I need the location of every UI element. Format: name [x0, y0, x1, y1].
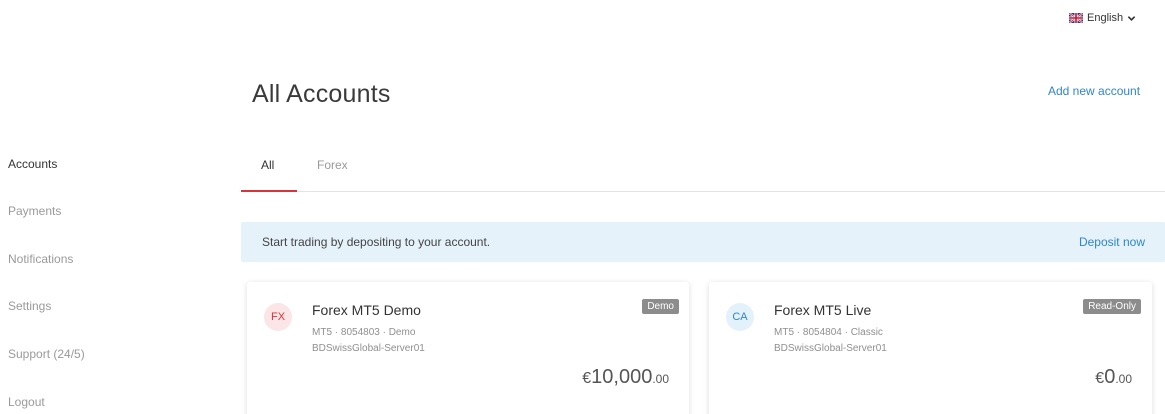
balance-integer: 10,000 — [591, 366, 653, 388]
balance-integer: 0 — [1104, 366, 1116, 388]
sidebar-item-settings[interactable]: Settings — [8, 299, 51, 313]
sidebar-item-payments[interactable]: Payments — [8, 204, 61, 218]
add-new-account-link[interactable]: Add new account — [1048, 84, 1140, 98]
chevron-down-icon — [1127, 15, 1136, 21]
account-server: BDSwissGlobal-Server01 — [774, 343, 887, 354]
account-avatar: CA — [726, 303, 754, 331]
tab-forex[interactable]: Forex — [317, 158, 348, 172]
page-title: All Accounts — [252, 80, 391, 108]
language-label: English — [1087, 12, 1124, 24]
active-tab-indicator — [241, 190, 297, 192]
sidebar-item-notifications[interactable]: Notifications — [8, 252, 73, 266]
banner-message: Start trading by depositing to your acco… — [262, 235, 491, 249]
account-status-badge: Read-Only — [1083, 299, 1141, 314]
language-selector[interactable]: English — [1069, 12, 1136, 24]
account-card-live[interactable]: CA Forex MT5 Live MT5 · 8054804 · Classi… — [709, 282, 1152, 414]
balance-currency: € — [582, 370, 592, 387]
account-details: MT5 · 8054804 · Classic — [774, 327, 883, 338]
account-tabs: All Forex — [241, 148, 1165, 192]
account-balance: €0.00 — [1095, 366, 1132, 389]
balance-decimal: .00 — [1115, 372, 1132, 386]
deposit-banner: Start trading by depositing to your acco… — [241, 222, 1165, 262]
deposit-now-link[interactable]: Deposit now — [1079, 235, 1145, 249]
account-name: Forex MT5 Demo — [312, 302, 421, 318]
account-name: Forex MT5 Live — [774, 302, 872, 318]
account-balance: €10,000.00 — [582, 366, 669, 389]
sidebar-item-logout[interactable]: Logout — [8, 395, 45, 409]
account-avatar: FX — [264, 303, 292, 331]
account-type-badge: Demo — [642, 299, 679, 314]
sidebar-item-support[interactable]: Support (24/5) — [8, 347, 85, 361]
sidebar-item-accounts[interactable]: Accounts — [8, 157, 57, 171]
balance-currency: € — [1095, 370, 1105, 387]
tab-all[interactable]: All — [261, 158, 274, 172]
account-card-demo[interactable]: FX Forex MT5 Demo MT5 · 8054803 · Demo B… — [247, 282, 689, 414]
account-server: BDSwissGlobal-Server01 — [312, 343, 425, 354]
uk-flag-icon — [1069, 13, 1083, 23]
balance-decimal: .00 — [652, 372, 669, 386]
account-details: MT5 · 8054803 · Demo — [312, 327, 416, 338]
